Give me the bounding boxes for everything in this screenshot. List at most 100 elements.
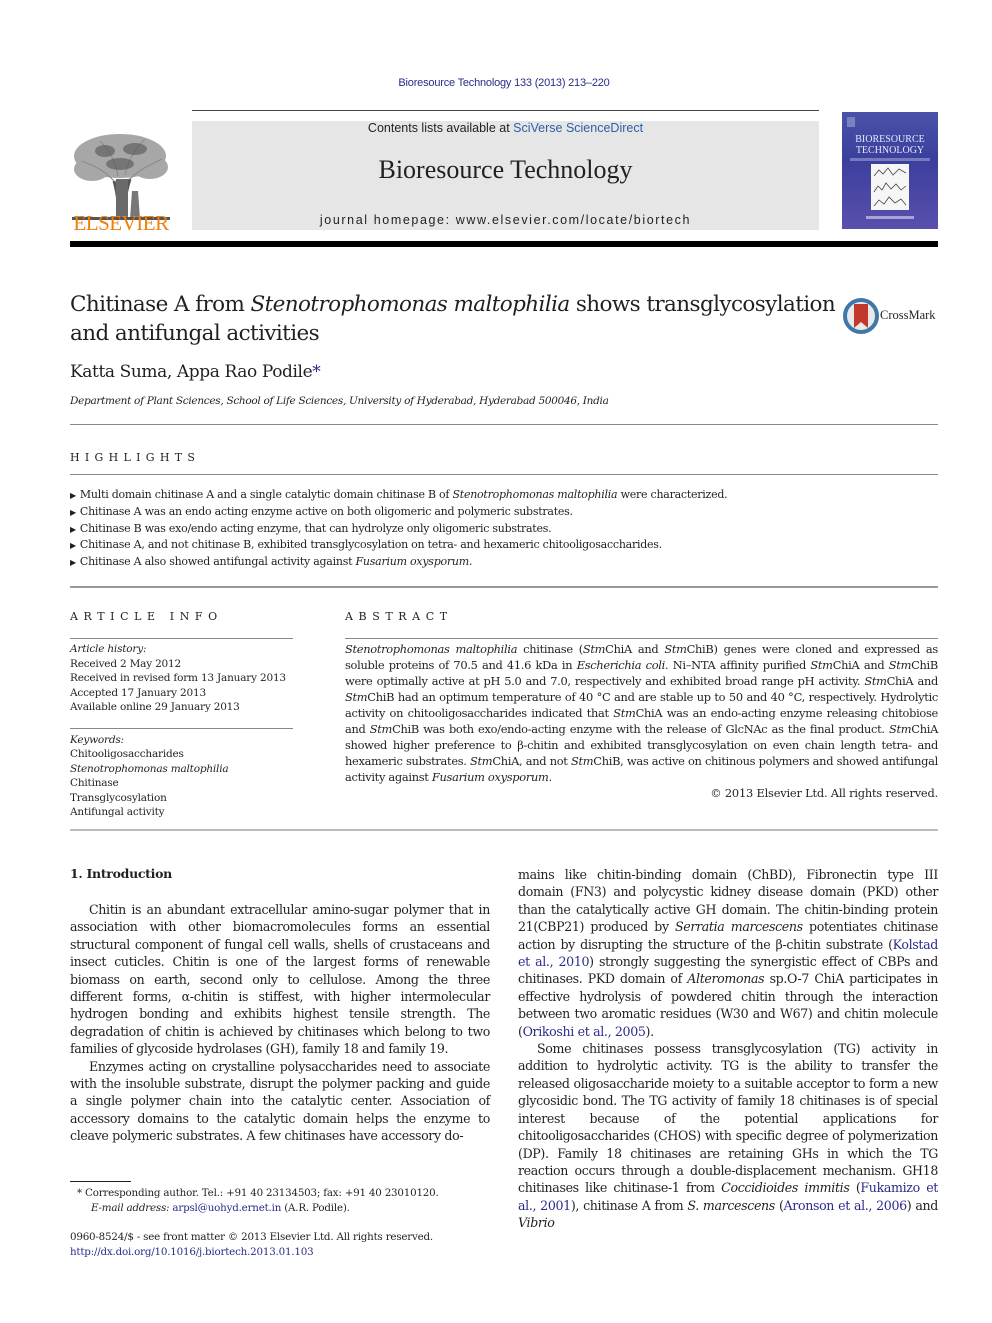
italic-term: Stenotrophomonas maltophilia — [452, 488, 618, 501]
article-info-heading: ARTICLE INFO — [70, 610, 223, 623]
cover-subtitle-lines — [850, 158, 930, 161]
title-part: Chitinase A from — [70, 292, 251, 317]
italic-term: Stm — [369, 722, 393, 736]
divider — [70, 474, 938, 475]
italic-term: Serratia marcescens — [675, 919, 803, 935]
italic-term: Stm — [664, 642, 687, 656]
cover-title: BIORESOURCE TECHNOLOGY — [842, 134, 938, 156]
elsevier-wordmark: ELSEVIER — [73, 211, 169, 235]
history-items: Received 2 May 2012 Received in revised f… — [70, 657, 300, 715]
highlight-item: ▶ Chitinase A also showed antifungal acti… — [70, 555, 473, 569]
cover-editor-line — [866, 216, 914, 219]
corresponding-author-note: Corresponding author. Tel.: +91 40 23134… — [85, 1187, 439, 1199]
keyword-item: Antifungal activity — [70, 806, 165, 819]
journal-homepage-link[interactable]: journal homepage: www.elsevier.com/locat… — [192, 213, 819, 227]
divider — [70, 586, 938, 588]
history-item: Received in revised form 13 January 2013 — [70, 672, 286, 685]
italic-term: Fusarium oxysporum — [431, 770, 549, 784]
italic-term: Stm — [570, 754, 594, 768]
keywords-label: Keywords: — [70, 734, 124, 746]
sciencedirect-link[interactable]: SciVerse ScienceDirect — [513, 121, 643, 135]
email-link[interactable]: arpsl@uohyd.ernet.in — [172, 1202, 281, 1214]
italic-term: Stenotrophomonas maltophilia — [345, 642, 518, 656]
front-matter: 0960-8524/$ - see front matter © 2013 El… — [70, 1230, 500, 1259]
italic-term: Coccidioides immitis — [721, 1180, 850, 1196]
italic-term: Stm — [345, 690, 368, 704]
citation-link[interactable]: Kolstad et al., 2010 — [518, 937, 938, 969]
history-item: Available online 29 January 2013 — [70, 701, 240, 714]
cover-publisher-icon — [847, 117, 855, 127]
bullet-triangle-icon: ▶ — [70, 541, 76, 551]
highlight-item: ▶ Chitinase B was exo/endo acting enzyme,… — [70, 521, 552, 535]
italic-term: Escherichia coli — [576, 658, 666, 672]
italic-term: Vibrio — [518, 1215, 555, 1231]
highlight-item: ▶ Multi domain chitinase A and a single c… — [70, 488, 728, 501]
cover-graph-figure — [871, 164, 909, 210]
journal-cover-image[interactable]: BIORESOURCE TECHNOLOGY — [842, 112, 938, 229]
contents-prefix: Contents lists available at — [367, 121, 514, 135]
body-paragraph: Chitin is an abundant extracellular amin… — [70, 902, 490, 1057]
keyword-item: Chitooligosaccharides — [70, 748, 184, 761]
italic-term: Stm — [888, 722, 912, 736]
history-label: Article history: — [70, 643, 147, 655]
doi-link[interactable]: http://dx.doi.org/10.1016/j.biortech.201… — [70, 1245, 500, 1260]
italic-term: Fusarium oxysporum — [355, 555, 470, 569]
header-thick-rule — [70, 241, 938, 247]
footnote-mark: * — [77, 1187, 82, 1199]
body-paragraph: Some chitinases possess transglycosylati… — [518, 1041, 939, 1231]
email-label: E-mail address: — [91, 1201, 170, 1214]
highlights-heading: HIGHLIGHTS — [70, 451, 201, 464]
italic-term: Stm — [864, 674, 887, 688]
bullet-triangle-icon: ▶ — [70, 524, 76, 534]
article-title: Chitinase A from Stenotrophomonas maltop… — [70, 290, 840, 348]
footnote: * Corresponding author. Tel.: +91 40 231… — [70, 1186, 500, 1215]
history-item: Accepted 17 January 2013 — [70, 686, 206, 699]
highlights-list: ▶ Multi domain chitinase A and a single c… — [70, 487, 938, 571]
author-list: Katta Suma, Appa Rao Podile* — [70, 362, 321, 382]
journal-banner: Contents lists available at SciVerse Sci… — [192, 121, 819, 230]
article-history: Article history: Received 2 May 2012 Rece… — [70, 642, 300, 715]
title-species: Stenotrophomonas maltophilia — [250, 292, 571, 317]
history-item: Received 2 May 2012 — [70, 657, 181, 670]
footnote-rule — [70, 1181, 131, 1182]
body-paragraph: Enzymes acting on crystalline polysaccha… — [70, 1058, 490, 1144]
divider — [345, 638, 938, 639]
italic-term: Alteromonas — [687, 971, 765, 987]
keywords: Keywords: Chitooligosaccharides Stenotrop… — [70, 733, 300, 819]
bullet-triangle-icon: ▶ — [70, 507, 76, 517]
bullet-triangle-icon: ▶ — [70, 558, 76, 568]
body-column-right: mains like chitin-binding domain (ChBD),… — [518, 866, 938, 1232]
abstract-copyright: © 2013 Elsevier Ltd. All rights reserved… — [710, 786, 938, 800]
italic-term: Stm — [582, 642, 606, 656]
citation-link[interactable]: Orikoshi et al., 2005 — [523, 1024, 646, 1039]
cover-title-line2: TECHNOLOGY — [855, 145, 925, 156]
divider — [70, 728, 293, 729]
body-paragraph: mains like chitin-binding domain (ChBD),… — [518, 867, 938, 1039]
highlight-item: ▶ Chitinase A was an endo acting enzyme a… — [70, 504, 573, 518]
issn-line: 0960-8524/$ - see front matter © 2013 El… — [70, 1231, 433, 1243]
corresponding-author-mark[interactable]: * — [312, 362, 321, 382]
divider — [70, 638, 293, 639]
keyword-item: Transglycosylation — [70, 791, 167, 804]
italic-term: Stm — [470, 754, 493, 768]
section-heading-introduction: 1. Introduction — [70, 866, 172, 881]
bullet-triangle-icon: ▶ — [70, 491, 76, 500]
journal-name: Bioresource Technology — [378, 155, 633, 184]
cover-title-line1: BIORESOURCE — [855, 134, 925, 145]
body-column-left: Chitin is an abundant extracellular amin… — [70, 901, 490, 1145]
italic-term: Stm — [888, 658, 912, 672]
keyword-items: Chitooligosaccharides Stenotrophomonas ma… — [70, 747, 300, 819]
crossmark-label[interactable]: CrossMark — [880, 308, 936, 323]
divider — [70, 424, 938, 425]
italic-term: Stm — [613, 706, 636, 720]
citation-link[interactable]: Aronson et al., 2006 — [784, 1198, 908, 1213]
abstract-heading: ABSTRACT — [345, 610, 453, 623]
journal-citation-link[interactable]: Bioresource Technology 133 (2013) 213–22… — [0, 77, 992, 89]
highlight-item: ▶ Chitinase A, and not chitinase B, exhib… — [70, 538, 662, 552]
keyword-item: Stenotrophomonas maltophilia — [70, 762, 229, 775]
keyword-item: Chitinase — [70, 777, 119, 790]
email-suffix: (A.R. Podile). — [281, 1201, 350, 1214]
affiliation: Department of Plant Sciences, School of … — [70, 395, 609, 407]
italic-term: Stm — [810, 658, 833, 672]
crossmark-icon[interactable] — [843, 298, 879, 334]
